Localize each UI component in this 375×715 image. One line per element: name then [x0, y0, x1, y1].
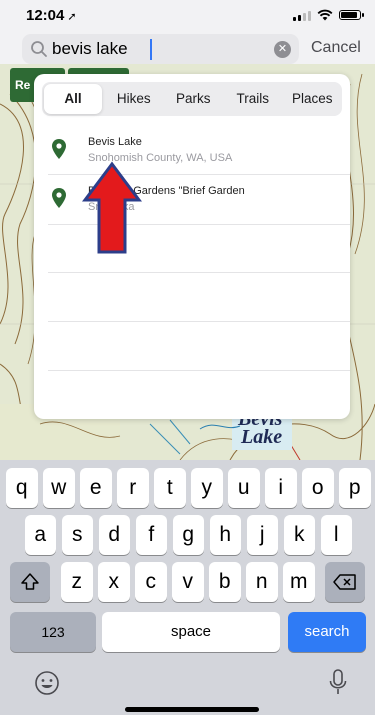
key-m[interactable]: m: [283, 562, 315, 602]
lake-label-line2: Lake: [241, 426, 283, 448]
shift-icon: [21, 573, 39, 590]
tab-places[interactable]: Places: [283, 82, 343, 116]
result-title: Bevis Lake: [88, 136, 142, 148]
clear-search-icon[interactable]: ✕: [274, 41, 291, 58]
key-j[interactable]: j: [246, 515, 278, 555]
status-bar: 12:04 ➚: [0, 0, 375, 30]
location-arrow-icon: ➚: [67, 11, 77, 23]
key-g[interactable]: g: [172, 515, 204, 555]
backspace-icon: [333, 574, 356, 590]
key-u[interactable]: u: [228, 468, 260, 508]
key-k[interactable]: k: [283, 515, 315, 555]
tab-trails[interactable]: Trails: [223, 82, 283, 116]
microphone-icon[interactable]: [328, 668, 348, 696]
key-o[interactable]: o: [302, 468, 334, 508]
empty-row-divider: [48, 321, 350, 322]
tab-parks[interactable]: Parks: [164, 82, 224, 116]
key-x[interactable]: x: [98, 562, 130, 602]
key-l[interactable]: l: [320, 515, 352, 555]
status-icons: [293, 9, 364, 21]
key-b[interactable]: b: [209, 562, 241, 602]
search-field[interactable]: ✕: [22, 34, 299, 64]
space-key[interactable]: space: [102, 612, 280, 652]
key-s[interactable]: s: [61, 515, 93, 555]
key-i[interactable]: i: [265, 468, 297, 508]
empty-row-divider: [48, 272, 350, 273]
key-p[interactable]: p: [339, 468, 371, 508]
home-indicator: [125, 707, 259, 712]
numbers-key[interactable]: 123: [10, 612, 96, 652]
tab-all[interactable]: All: [44, 84, 102, 114]
search-key[interactable]: search: [288, 612, 366, 652]
key-e[interactable]: e: [80, 468, 112, 508]
status-time: 12:04 ➚: [26, 7, 77, 24]
key-t[interactable]: t: [154, 468, 186, 508]
search-input[interactable]: [52, 39, 272, 59]
emoji-icon[interactable]: [34, 670, 60, 696]
key-r[interactable]: r: [117, 468, 149, 508]
key-w[interactable]: w: [43, 468, 75, 508]
empty-row-divider: [48, 370, 350, 371]
search-row: ✕ Cancel: [0, 32, 375, 66]
key-y[interactable]: y: [191, 468, 223, 508]
cancel-button[interactable]: Cancel: [311, 39, 361, 57]
key-z[interactable]: z: [61, 562, 93, 602]
cellular-signal-icon: [293, 10, 311, 21]
wifi-icon: [317, 9, 333, 21]
on-screen-keyboard: qwertyuiop asdfghjkl zxcvbnm 123 space s…: [0, 460, 375, 715]
time-text: 12:04: [26, 7, 65, 24]
tab-hikes[interactable]: Hikes: [104, 82, 164, 116]
backspace-key[interactable]: [325, 562, 365, 602]
location-pin-icon: [52, 188, 66, 208]
search-icon: [31, 41, 47, 57]
filter-tabs: All Hikes Parks Trails Places: [42, 82, 342, 116]
key-n[interactable]: n: [246, 562, 278, 602]
key-c[interactable]: c: [135, 562, 167, 602]
text-caret: [150, 39, 152, 60]
location-pin-icon: [52, 139, 66, 159]
red-arrow-annotation-icon: [82, 161, 142, 254]
key-d[interactable]: d: [98, 515, 130, 555]
key-a[interactable]: a: [24, 515, 56, 555]
battery-icon: [339, 10, 364, 20]
key-q[interactable]: q: [6, 468, 38, 508]
key-h[interactable]: h: [209, 515, 241, 555]
shift-key[interactable]: [10, 562, 50, 602]
key-v[interactable]: v: [172, 562, 204, 602]
key-f[interactable]: f: [135, 515, 167, 555]
